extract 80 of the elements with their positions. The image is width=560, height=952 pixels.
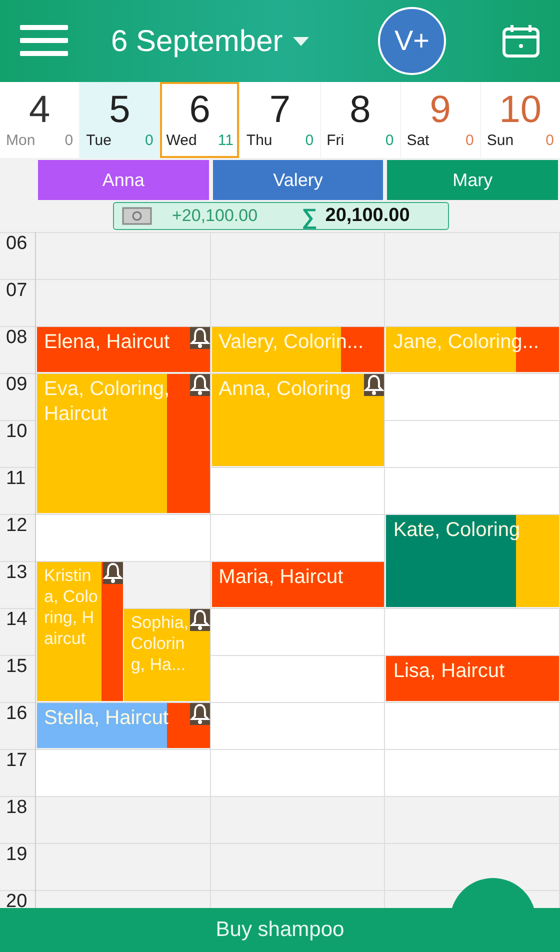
hour-label: 09 — [6, 374, 28, 396]
date-dropdown[interactable]: 6 September — [111, 18, 309, 64]
day-number: 5 — [108, 88, 132, 132]
time-slot[interactable] — [385, 608, 560, 655]
time-slot[interactable] — [210, 608, 384, 655]
appointment-count: 0 — [466, 132, 474, 150]
appointment-text: Anna, Coloring — [218, 377, 351, 402]
hour-label: 17 — [6, 750, 28, 772]
time-slot[interactable] — [385, 373, 560, 420]
appointment-count: 11 — [218, 132, 234, 150]
hour-label: 07 — [6, 280, 28, 302]
appointment-count: 0 — [305, 132, 314, 150]
income-amount: +20,100.00 — [172, 205, 258, 228]
day-tab[interactable]: 6 Wed 11 — [160, 82, 240, 158]
appointment-count: 0 — [144, 132, 154, 150]
day-tab[interactable]: 4 Mon 0 — [0, 82, 80, 158]
appointment-block[interactable]: Elena, Haircut — [37, 327, 210, 372]
weekday-label: Tue — [86, 132, 112, 150]
day-tab[interactable]: 5 Tue 0 — [80, 82, 160, 158]
day-number: 7 — [268, 88, 292, 132]
hour-label: 14 — [6, 609, 28, 631]
weekday-label: Wed — [166, 132, 197, 150]
appointment-count: 0 — [64, 132, 74, 150]
total-amount: 20,100.00 — [325, 204, 410, 228]
hour-label: 11 — [6, 468, 26, 490]
day-tab[interactable]: 10 Sun 0 — [480, 82, 560, 158]
time-slot[interactable] — [385, 467, 560, 514]
appointment-block[interactable]: Maria, Haircut — [212, 562, 384, 607]
time-slot[interactable] — [385, 702, 560, 749]
hour-label: 13 — [6, 562, 28, 584]
caret-icon — [292, 36, 309, 46]
day-number: 8 — [348, 88, 372, 132]
hour-label: 15 — [6, 656, 28, 678]
appointment-text: Lisa, Haircut — [393, 659, 504, 684]
sum-sign: ∑ — [302, 202, 318, 231]
weekday-label: Sat — [406, 132, 430, 150]
hour-label: 20 — [6, 891, 28, 908]
day-number: 6 — [188, 88, 212, 132]
time-slot[interactable] — [210, 514, 384, 561]
staff-header[interactable]: Anna — [38, 160, 209, 200]
bottom-action-bar[interactable]: Buy shampoo — [0, 908, 560, 952]
appointment-count: 0 — [385, 132, 394, 150]
appointment-text: Elena, Haircut — [44, 330, 170, 355]
day-tab[interactable]: 7 Thu 0 — [240, 82, 320, 158]
hour-label: 06 — [6, 233, 28, 255]
hour-label: 08 — [6, 327, 28, 349]
day-tab[interactable]: 9 Sat 0 — [400, 82, 480, 158]
hour-label: 10 — [6, 421, 28, 443]
appointment-text: Maria, Haircut — [218, 565, 344, 590]
appointment-block[interactable]: Lisa, Haircut — [386, 656, 560, 701]
day-number: 4 — [28, 88, 52, 132]
time-slot[interactable] — [210, 702, 384, 749]
staff-header[interactable]: Mary — [387, 160, 558, 200]
appointment-count: 0 — [546, 132, 554, 150]
day-number: 10 — [498, 88, 543, 132]
date-title: 6 September — [111, 24, 283, 60]
time-slot[interactable] — [36, 514, 210, 561]
time-slot[interactable] — [210, 467, 384, 514]
day-number: 9 — [428, 88, 452, 132]
hour-label: 19 — [6, 844, 28, 866]
cash-icon — [122, 207, 152, 225]
time-slot[interactable] — [385, 420, 560, 467]
time-slot[interactable] — [210, 749, 384, 796]
time-slot[interactable] — [385, 749, 560, 796]
weekday-label: Mon — [6, 132, 36, 150]
weekday-label: Thu — [246, 132, 272, 150]
time-slot[interactable] — [210, 655, 384, 702]
menu-icon[interactable] — [20, 25, 68, 57]
weekday-label: Fri — [326, 132, 344, 150]
hour-label: 16 — [6, 703, 28, 725]
staff-header[interactable]: Valery — [212, 160, 384, 200]
calendar-icon[interactable] — [502, 24, 540, 58]
hour-label: 18 — [6, 797, 28, 819]
avatar-button[interactable]: V+ — [378, 7, 446, 75]
appointment-text: Sophia, Coloring, Ha... — [130, 612, 189, 675]
time-slot[interactable] — [36, 749, 210, 796]
hour-label: 12 — [6, 515, 28, 537]
weekday-label: Sun — [486, 132, 514, 150]
appointment-text: Kristina, Coloring, Haircut — [44, 565, 99, 649]
day-tab[interactable]: 8 Fri 0 — [320, 82, 400, 158]
